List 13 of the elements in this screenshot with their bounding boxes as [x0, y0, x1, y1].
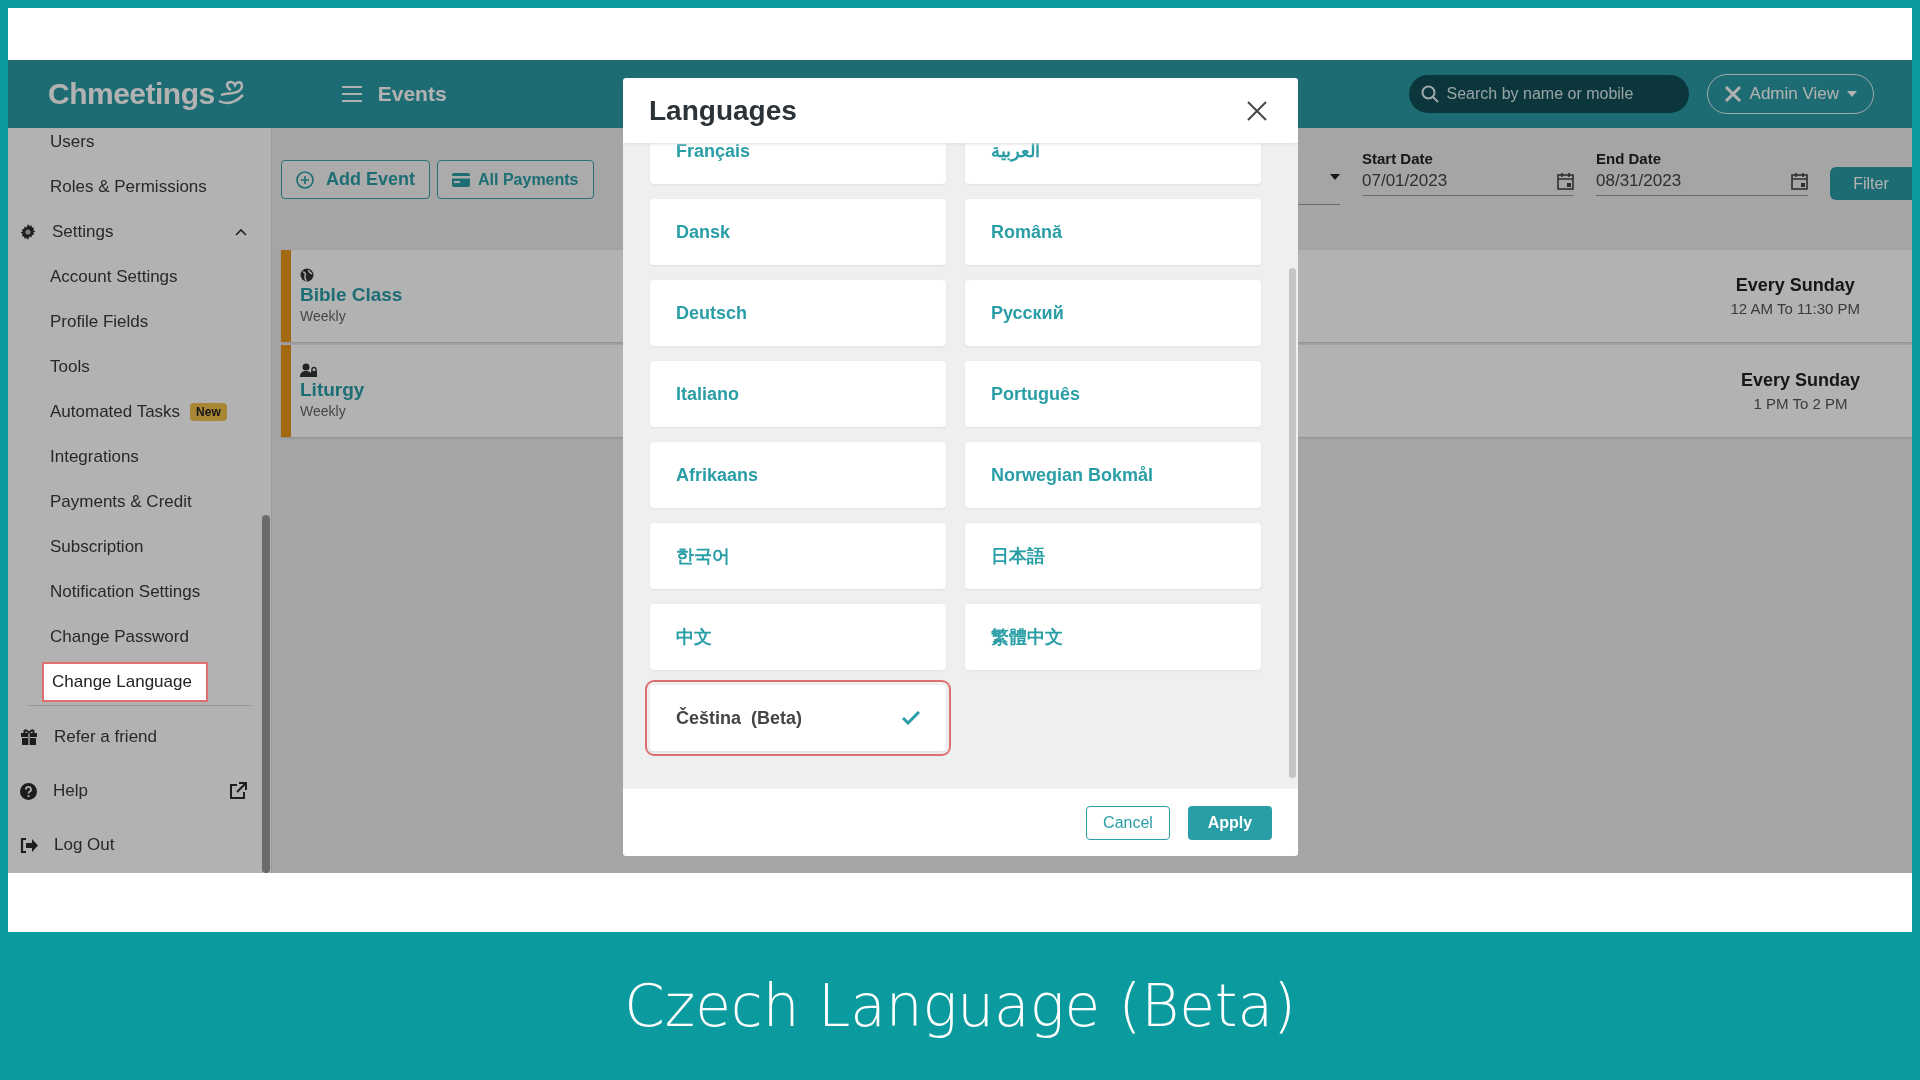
event-recurrence: Weekly [300, 403, 347, 419]
page-title: Events [377, 82, 447, 106]
dialog-title: Languages [649, 94, 797, 127]
app-logo: Chmeetings [48, 77, 247, 111]
event-title: Bible Class [300, 284, 403, 306]
event-recurrence: Weekly [300, 308, 347, 324]
event-time: 12 AM To 11:30 PM [1730, 300, 1860, 317]
new-badge: New [190, 402, 227, 421]
event-title: Liturgy [300, 379, 365, 401]
event-time: 1 PM To 2 PM [1753, 395, 1848, 412]
caption: Czech Language (Beta) [623, 971, 1297, 1042]
event-day: Every Sunday [1735, 275, 1855, 296]
event-day: Every Sunday [1740, 370, 1860, 391]
